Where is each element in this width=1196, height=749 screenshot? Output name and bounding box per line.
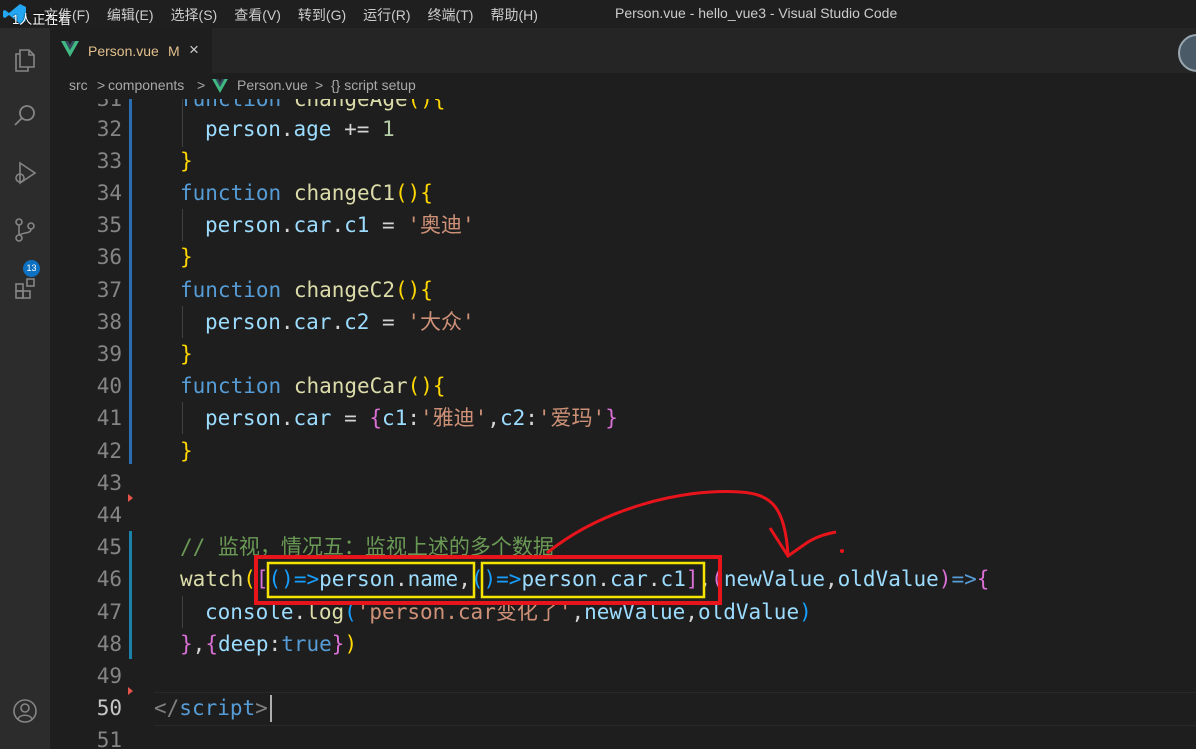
line-number: 38 [96, 310, 122, 334]
current-line-highlight [154, 692, 1196, 726]
line-number: 46 [96, 567, 122, 591]
tab-bar: Person.vue M × [50, 28, 1196, 74]
code-editor[interactable]: 31 32 33 34 35 36 37 38 39 40 41 42 43 4… [50, 99, 1196, 749]
vue-file-icon [212, 79, 228, 93]
line-number: 50 [96, 696, 122, 720]
line-number: 33 [96, 149, 122, 173]
line-number: 34 [96, 181, 122, 205]
extensions-icon[interactable] [0, 268, 50, 308]
modified-indicator: M [168, 43, 180, 59]
line-number: 47 [96, 600, 122, 624]
tab-label: Person.vue [88, 43, 159, 59]
title-bar: 1人正在看 文件(F) 编辑(E) 选择(S) 查看(V) 转到(G) 运行(R… [0, 0, 1196, 28]
line-number: 36 [96, 245, 122, 269]
code-line-40: function changeCar(){ [180, 374, 446, 398]
indent-guide [182, 209, 183, 241]
run-debug-icon[interactable] [0, 153, 50, 193]
code-line-41: person.car = {c1:'雅迪',c2:'爱玛'} [205, 406, 618, 430]
menu-run[interactable]: 运行(R) [363, 5, 410, 25]
menu-selection[interactable]: 选择(S) [171, 5, 218, 25]
code-line-42: } [180, 439, 193, 463]
text-cursor [270, 695, 272, 722]
git-deleted-marker [128, 494, 133, 502]
indent-guide [182, 306, 183, 338]
code-line-50: </script> [154, 696, 268, 720]
line-number: 51 [96, 728, 122, 749]
breadcrumb: src > components > Person.vue > {} scrip… [50, 73, 1196, 99]
menu-terminal[interactable]: 终端(T) [428, 5, 474, 25]
code-line-36: } [180, 245, 193, 269]
indent-guide [182, 402, 183, 434]
line-number: 48 [96, 632, 122, 656]
breadcrumb-file[interactable]: Person.vue [237, 77, 308, 93]
line-number: 42 [96, 439, 122, 463]
code-line-34: function changeC1(){ [180, 181, 433, 205]
window-title: Person.vue - hello_vue3 - Visual Studio … [615, 5, 898, 21]
menu-file[interactable]: 文件(F) [44, 5, 90, 25]
breadcrumb-sep: > [315, 77, 324, 93]
code-line-37: function changeC2(){ [180, 278, 433, 302]
indent-guide [182, 596, 183, 628]
close-icon[interactable]: × [189, 40, 199, 60]
breadcrumb-sep: > [197, 77, 206, 93]
account-icon[interactable] [0, 691, 50, 731]
menu-bar: 文件(F) 编辑(E) 选择(S) 查看(V) 转到(G) 运行(R) 终端(T… [44, 5, 538, 25]
line-number: 45 [96, 535, 122, 559]
tab-person-vue[interactable]: Person.vue M × [50, 28, 212, 74]
line-number: 39 [96, 342, 122, 366]
source-control-icon[interactable] [0, 210, 50, 250]
line-number: 41 [96, 406, 122, 430]
vue-file-icon [61, 41, 79, 57]
menu-view[interactable]: 查看(V) [234, 5, 281, 25]
activity-bar: 13 [0, 28, 50, 749]
breadcrumb-symbol[interactable]: {} script setup [331, 77, 416, 93]
line-number: 37 [96, 278, 122, 302]
git-change-bar [129, 531, 132, 659]
search-icon[interactable] [0, 96, 50, 136]
menu-go[interactable]: 转到(G) [298, 5, 346, 25]
line-number: 49 [96, 664, 122, 688]
line-number: 35 [96, 213, 122, 237]
git-deleted-marker [128, 687, 133, 695]
code-line-39: } [180, 342, 193, 366]
breadcrumb-sep: > [97, 77, 106, 93]
code-line-48: },{deep:true}) [180, 632, 358, 656]
git-change-bar [129, 99, 132, 464]
code-line-38: person.car.c2 = '大众' [205, 310, 475, 334]
menu-edit[interactable]: 编辑(E) [107, 5, 154, 25]
line-number: 40 [96, 374, 122, 398]
breadcrumb-components[interactable]: components [108, 77, 184, 93]
explorer-icon[interactable] [0, 40, 50, 80]
code-line-47: console.log('person.car变化了',newValue,old… [205, 600, 812, 624]
code-line-32: person.age += 1 [205, 117, 395, 141]
code-line-46: watch([()=>person.name,()=>person.car.c1… [180, 567, 990, 591]
line-number: 43 [96, 471, 122, 495]
menu-help[interactable]: 帮助(H) [490, 5, 537, 25]
breadcrumb-src[interactable]: src [69, 77, 88, 93]
code-line-33: } [180, 149, 193, 173]
code-line-35: person.car.c1 = '奥迪' [205, 213, 475, 237]
line-number: 44 [96, 503, 122, 527]
line-number: 32 [96, 117, 122, 141]
code-line-45: // 监视，情况五：监视上述的多个数据 [180, 535, 554, 559]
